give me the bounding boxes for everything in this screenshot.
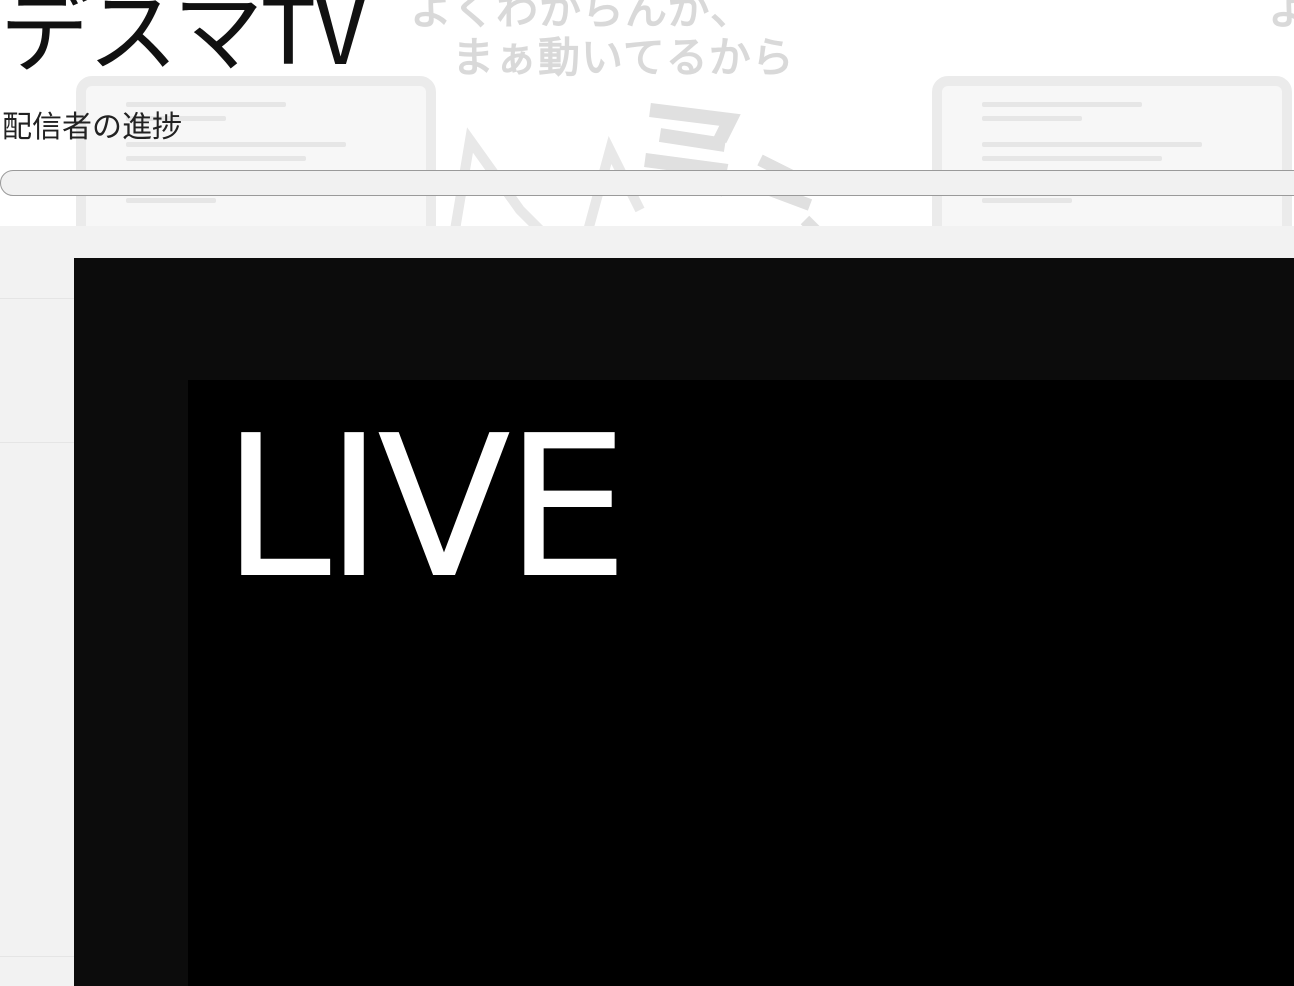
divider [0, 956, 74, 957]
streamer-progress-bar [0, 170, 1294, 196]
background-caption-line2: まぁ動いてるから [452, 33, 795, 82]
site-title: デスマTV [0, 0, 368, 86]
streamer-progress-label: 配信者の進捗 [2, 110, 182, 145]
background-caption-corner: よ [1268, 0, 1294, 34]
video-player[interactable]: LIVE [74, 258, 1294, 986]
divider [0, 442, 74, 443]
divider [0, 298, 74, 299]
live-indicator: LIVE [222, 394, 629, 622]
page: よくわからんが、 まぁ動いてるから よ デスマTV 配信者の進捗 LIVE [0, 0, 1294, 986]
video-screen[interactable]: LIVE [188, 380, 1294, 986]
